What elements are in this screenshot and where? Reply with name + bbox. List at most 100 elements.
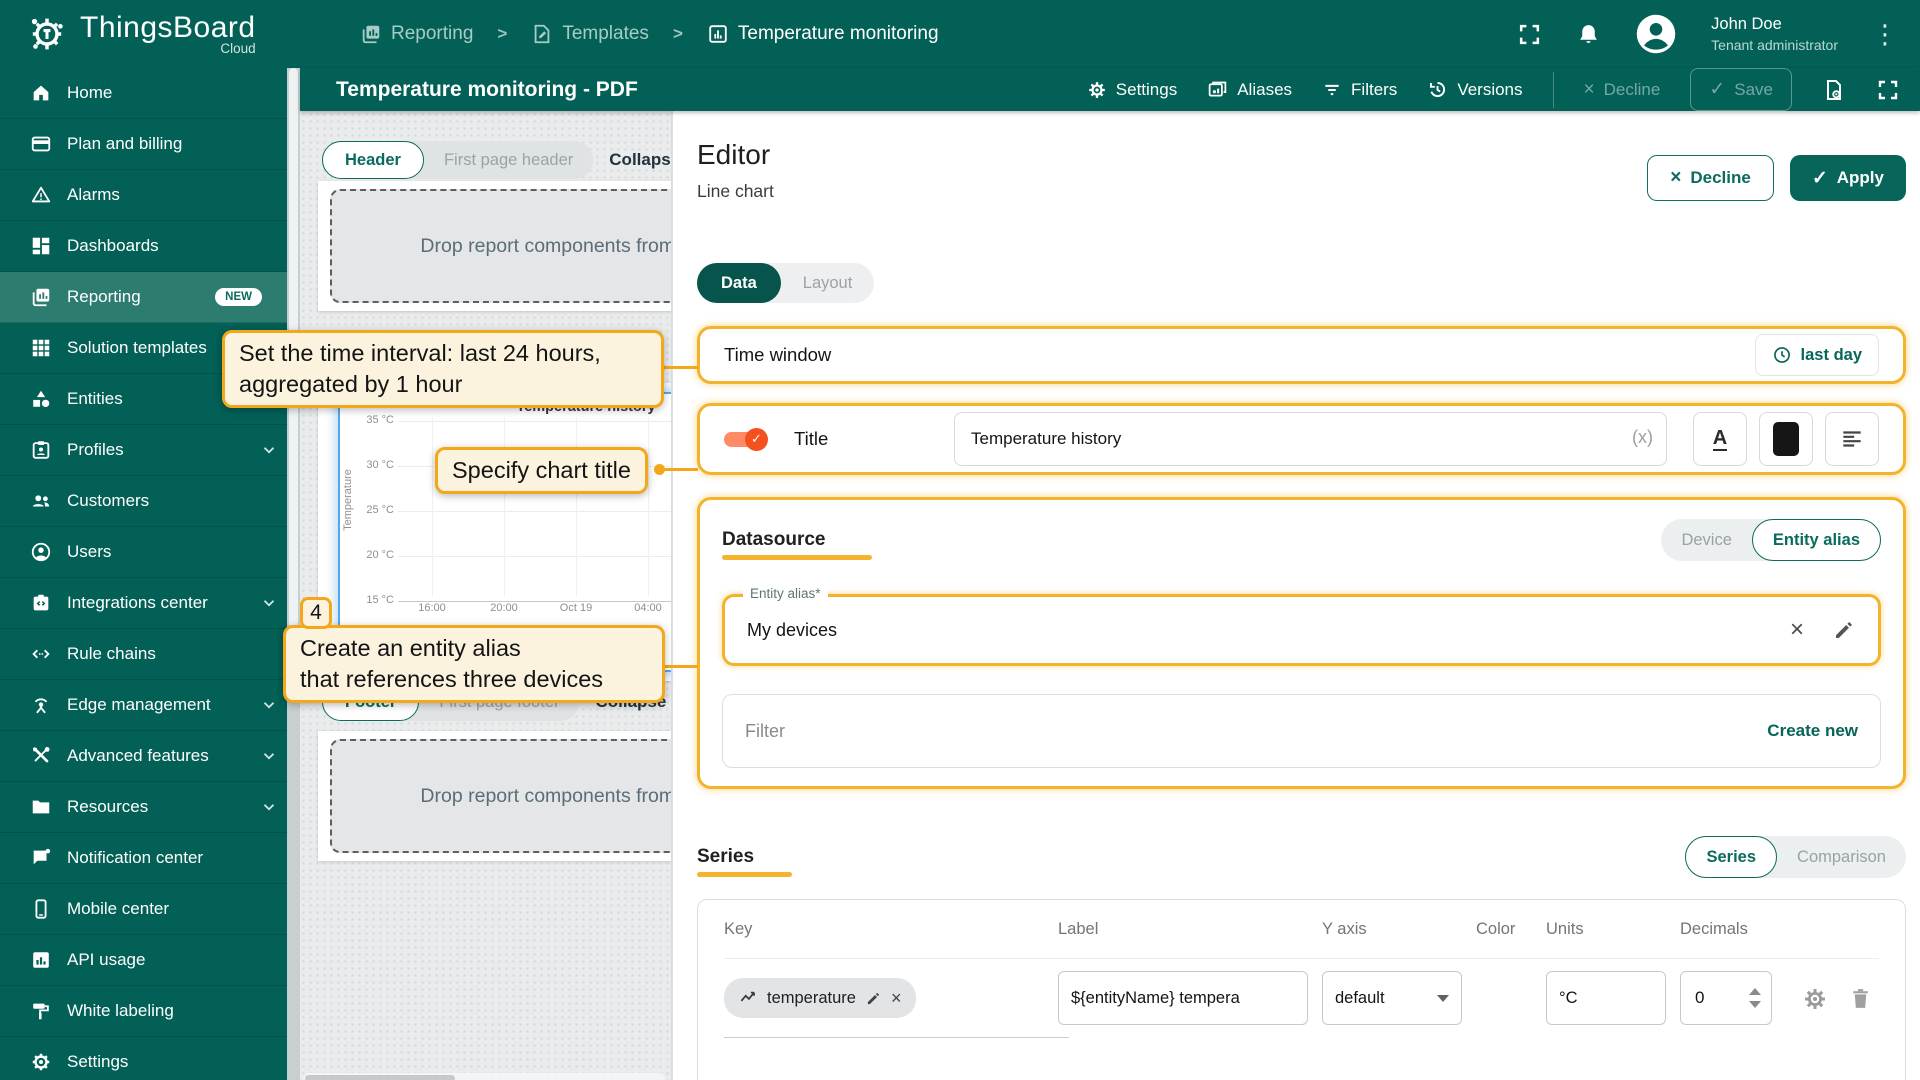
entity-alias-field[interactable]: Entity alias* My devices × (722, 594, 1881, 666)
sidebar-item-notification-center[interactable]: Notification center (0, 833, 300, 884)
notifications-bell-icon[interactable] (1576, 22, 1601, 47)
breadcrumb-separator: > (673, 24, 683, 44)
series-settings-gear-icon[interactable] (1802, 986, 1828, 1012)
id-badge-icon (30, 439, 52, 461)
collapse-button[interactable]: Collapse (609, 150, 672, 170)
sidebar-item-home[interactable]: Home (0, 68, 300, 119)
toggle-entity-alias[interactable]: Entity alias (1752, 519, 1881, 561)
series-label-input[interactable] (1058, 971, 1308, 1025)
tour-step-badge: 4 (300, 597, 332, 629)
tab-header[interactable]: Header (322, 141, 424, 179)
chevron-down-icon (260, 594, 278, 612)
title-align-button[interactable] (1825, 412, 1879, 466)
kebab-menu-icon[interactable]: ⋮ (1872, 24, 1898, 44)
tab-layout[interactable]: Layout (781, 274, 875, 293)
breadcrumb-temperature-monitoring[interactable]: Temperature monitoring (707, 23, 939, 45)
top-bar: ThingsBoard Cloud Reporting > Templates … (0, 0, 1920, 68)
fullscreen-icon[interactable] (1517, 22, 1542, 47)
create-new-filter-link[interactable]: Create new (1767, 721, 1858, 741)
header-dropzone[interactable]: Drop report components from here (330, 189, 672, 303)
fullscreen-icon[interactable] (1876, 78, 1900, 102)
sidebar-scrollbar[interactable] (287, 68, 300, 1080)
datasource-heading: Datasource (722, 529, 826, 551)
y-axis-select[interactable]: default (1322, 971, 1462, 1025)
new-badge: NEW (215, 288, 262, 306)
settings-button[interactable]: Settings (1087, 80, 1177, 100)
tab-first-page-header[interactable]: First page header (424, 151, 593, 170)
sidebar-item-settings[interactable]: Settings (0, 1037, 300, 1080)
toggle-series[interactable]: Series (1685, 836, 1777, 878)
close-icon: × (1670, 167, 1681, 189)
decline-button[interactable]: × Decline (1647, 155, 1774, 201)
sidebar-item-integrations-center[interactable]: Integrations center (0, 578, 300, 629)
generate-report-icon[interactable] (1822, 78, 1846, 102)
chart-x-tick: 16:00 (402, 602, 462, 614)
versions-button[interactable]: Versions (1427, 79, 1522, 100)
time-window-section: Time window last day (697, 326, 1906, 384)
edit-alias-pencil-icon[interactable] (1832, 618, 1856, 642)
key-cell-underline (724, 1037, 1069, 1038)
title-input[interactable] (954, 412, 1667, 466)
footer-dropzone[interactable]: Drop report components from here (330, 739, 672, 853)
filter-field[interactable]: Filter Create new (722, 694, 1881, 768)
credit-card-icon (30, 133, 52, 155)
filters-button[interactable]: Filters (1322, 80, 1397, 100)
monitoring-icon (707, 23, 729, 45)
tour-connector (660, 366, 698, 369)
sidebar-item-mobile-center[interactable]: Mobile center (0, 884, 300, 935)
toolbar-decline-button[interactable]: × Decline (1584, 79, 1661, 101)
series-key-chip[interactable]: temperature × (724, 978, 916, 1018)
toggle-comparison[interactable]: Comparison (1777, 848, 1906, 867)
edit-key-pencil-icon[interactable] (865, 990, 882, 1007)
aliases-button[interactable]: Aliases (1207, 79, 1292, 100)
sidebar-item-rule-chains[interactable]: Rule chains (0, 629, 300, 680)
apply-button[interactable]: ✓ Apply (1790, 155, 1906, 201)
datasource-type-toggle: Device Entity alias (1661, 519, 1881, 561)
report-canvas: Header First page header Collapse Drop r… (300, 111, 672, 1080)
toolbar-divider (1553, 72, 1554, 108)
chart-y-tick: 35 °C (346, 414, 394, 426)
sidebar-item-profiles[interactable]: Profiles (0, 425, 300, 476)
brand-logo[interactable]: ThingsBoard Cloud (24, 11, 302, 57)
sidebar-item-dashboards[interactable]: Dashboards (0, 221, 300, 272)
chevron-down-icon (260, 747, 278, 765)
clear-alias-icon[interactable]: × (1790, 616, 1804, 644)
title-font-settings-button[interactable]: A (1693, 412, 1747, 466)
sidebar-item-api-usage[interactable]: API usage (0, 935, 300, 986)
tab-data[interactable]: Data (697, 263, 781, 303)
breadcrumb-templates[interactable]: Templates (531, 23, 649, 45)
breadcrumb: Reporting > Templates > Temperature moni… (360, 23, 939, 45)
sidebar-item-advanced-features[interactable]: Advanced features (0, 731, 300, 782)
sidebar-item-plan-and-billing[interactable]: Plan and billing (0, 119, 300, 170)
editor-subtitle: Line chart (697, 181, 774, 202)
stepper-arrows-icon[interactable] (1749, 988, 1761, 1008)
sidebar-item-customers[interactable]: Customers (0, 476, 300, 527)
user-info[interactable]: John Doe Tenant administrator (1711, 14, 1838, 54)
chart-y-tick: 20 °C (346, 549, 394, 561)
user-role: Tenant administrator (1711, 36, 1838, 54)
sidebar-item-reporting[interactable]: Reporting NEW (0, 272, 300, 323)
canvas-horizontal-scrollbar[interactable] (303, 1073, 665, 1080)
sidebar-item-edge-management[interactable]: Edge management (0, 680, 300, 731)
units-input[interactable] (1546, 971, 1666, 1025)
time-window-button[interactable]: last day (1755, 334, 1879, 376)
delete-series-trash-icon[interactable] (1848, 986, 1873, 1012)
breadcrumb-reporting[interactable]: Reporting (360, 23, 473, 45)
title-color-button[interactable] (1759, 412, 1813, 466)
decimals-stepper[interactable]: 0 (1680, 971, 1772, 1025)
title-toggle[interactable]: ✓ (724, 432, 764, 447)
editor-tabs: Data Layout (697, 263, 874, 303)
remove-key-icon[interactable]: × (891, 988, 902, 1009)
fx-function-icon[interactable]: (x) (1632, 427, 1653, 448)
toolbar-save-button[interactable]: ✓ Save (1690, 68, 1792, 111)
sidebar-item-white-labeling[interactable]: White labeling (0, 986, 300, 1037)
toggle-device[interactable]: Device (1661, 531, 1751, 550)
thingsboard-logo-icon (24, 11, 70, 57)
chevron-down-icon (260, 798, 278, 816)
bar-chart-icon (30, 949, 52, 971)
sidebar: Home Plan and billing Alarms Dashboards … (0, 68, 300, 1080)
avatar[interactable] (1635, 13, 1677, 55)
sidebar-item-alarms[interactable]: Alarms (0, 170, 300, 221)
sidebar-item-users[interactable]: Users (0, 527, 300, 578)
sidebar-item-resources[interactable]: Resources (0, 782, 300, 833)
